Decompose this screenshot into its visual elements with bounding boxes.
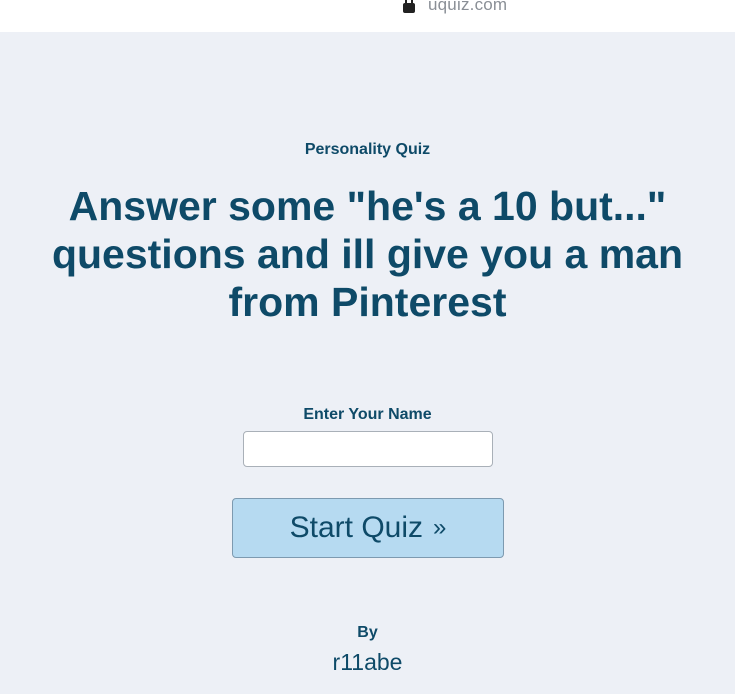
url-text: uquiz.com [428, 0, 508, 14]
url-display[interactable]: uquiz.com [402, 0, 507, 16]
quiz-title: Answer some "he's a 10 but..." questions… [51, 183, 684, 325]
lock-icon [402, 0, 416, 14]
browser-address-bar: uquiz.com [0, 0, 735, 33]
start-quiz-label: Start Quiz [289, 511, 423, 544]
author-name[interactable]: r11abe [0, 649, 735, 676]
name-input[interactable] [243, 431, 493, 467]
quiz-intro-panel: Personality Quiz Answer some "he's a 10 … [0, 32, 735, 694]
start-quiz-button[interactable]: Start Quiz » [232, 498, 504, 558]
name-label: Enter Your Name [303, 406, 432, 423]
quiz-category: Personality Quiz [304, 141, 431, 158]
by-label: By [357, 624, 378, 641]
chevron-right-icon: » [433, 514, 447, 541]
